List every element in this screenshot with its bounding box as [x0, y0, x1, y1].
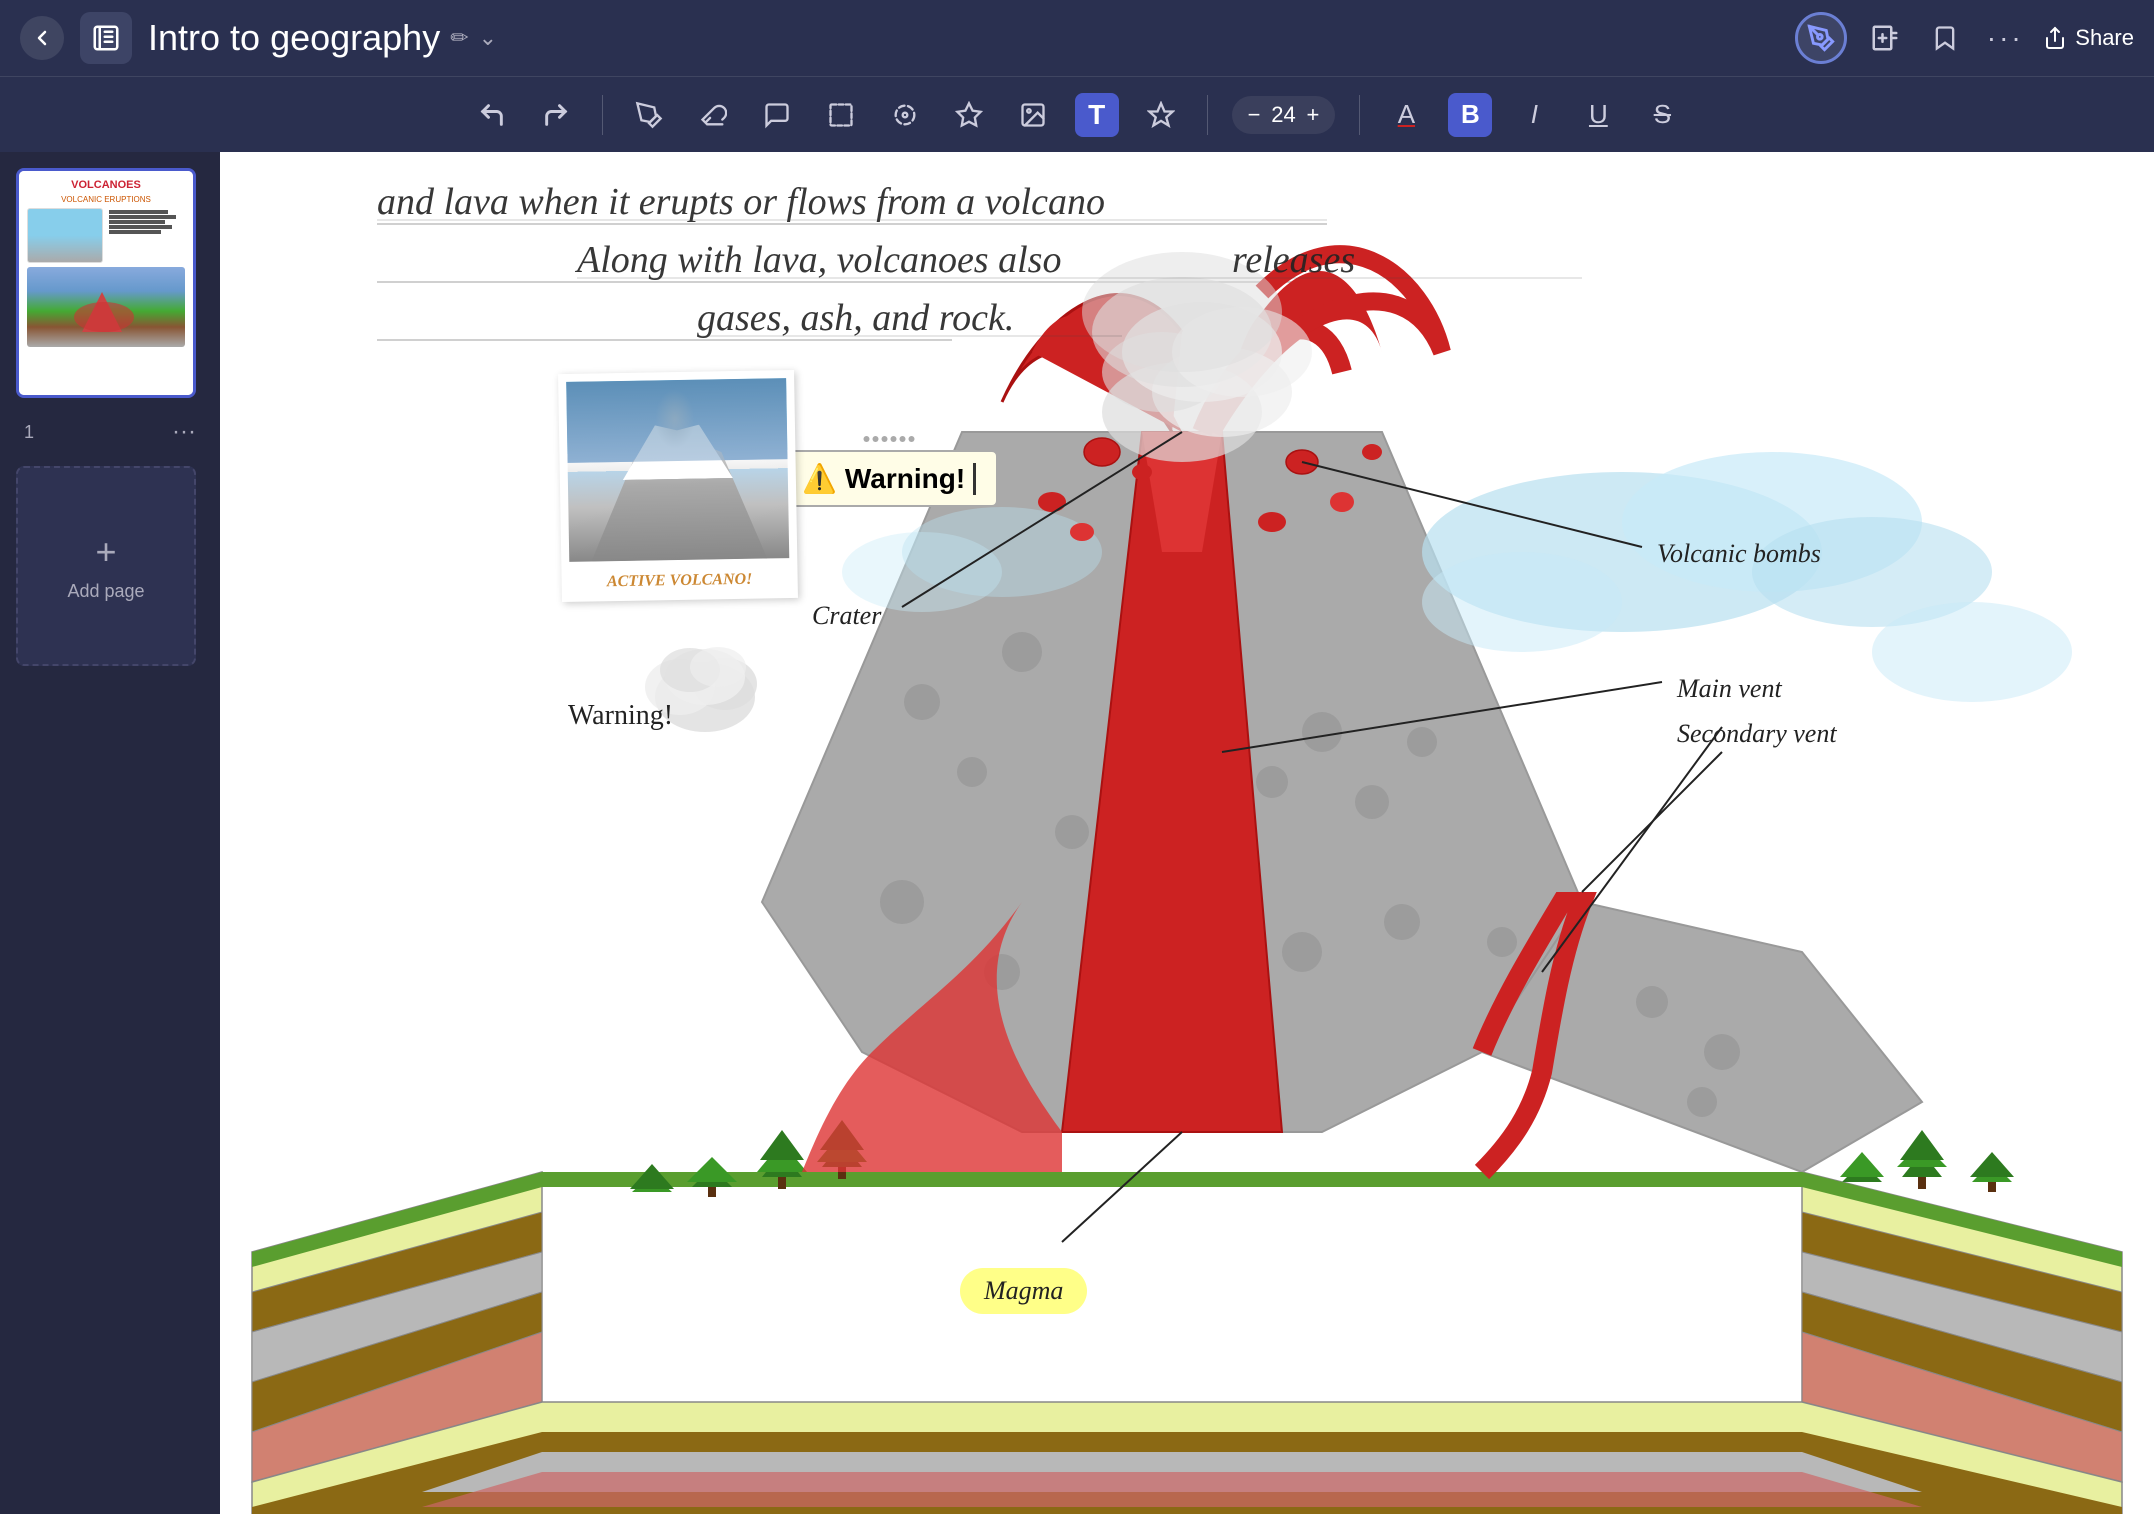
- add-page-header-button[interactable]: [1863, 16, 1907, 60]
- eraser-tool-button[interactable]: [691, 93, 735, 137]
- thumb-title: VOLCANOES: [71, 179, 141, 191]
- svg-text:releases: releases: [1232, 239, 1355, 281]
- svg-text:Main vent: Main vent: [1676, 674, 1782, 703]
- text-style-group: A B I U S: [1384, 93, 1684, 137]
- svg-text:gases, ash, and rock.: gases, ash, and rock.: [697, 297, 1014, 339]
- page-thumbnail-1[interactable]: VOLCANOES VOLCANIC ERUPTIONS: [16, 168, 196, 398]
- bookmark-icon[interactable]: [1923, 16, 1967, 60]
- main-layout: VOLCANOES VOLCANIC ERUPTIONS: [0, 152, 2154, 1514]
- svg-text:Secondary vent: Secondary vent: [1677, 719, 1837, 748]
- font-size-control: − 24 +: [1232, 96, 1336, 134]
- strikethrough-icon: S: [1654, 99, 1671, 130]
- font-size-plus-button[interactable]: +: [1307, 102, 1320, 128]
- edit-pencil-icon[interactable]: ✏: [450, 25, 468, 51]
- bold-button[interactable]: B: [1448, 93, 1492, 137]
- share-button[interactable]: Share: [2043, 25, 2134, 51]
- add-page-label: Add page: [67, 581, 144, 602]
- italic-icon: I: [1531, 99, 1538, 130]
- warning-bottom-text: Warning!: [568, 700, 673, 732]
- image-insert-button[interactable]: [1011, 93, 1055, 137]
- polaroid-caption: ACTIVE VOLCANO!: [562, 570, 798, 592]
- toolbar: T − 24 + A B I U S: [0, 76, 2154, 152]
- text-cursor: [973, 463, 976, 495]
- undo-redo-group: [470, 93, 578, 137]
- toolbar-separator-3: [1359, 95, 1360, 135]
- warning-text-content: Warning!: [845, 463, 965, 495]
- font-size-value: 24: [1269, 102, 1299, 128]
- back-button[interactable]: [20, 16, 64, 60]
- text-a-icon: A: [1398, 99, 1415, 130]
- header: Intro to geography ✏ ⌄: [0, 0, 2154, 76]
- select-rect-button[interactable]: [819, 93, 863, 137]
- document-title: Intro to geography: [148, 17, 440, 59]
- warning-emoji: ⚠️: [802, 462, 837, 495]
- header-right: ··· Share: [1795, 12, 2134, 64]
- font-size-minus-button[interactable]: −: [1248, 102, 1261, 128]
- thumb-content: VOLCANOES VOLCANIC ERUPTIONS: [19, 171, 193, 395]
- text-tool-button[interactable]: T: [1075, 93, 1119, 137]
- underline-icon: U: [1589, 99, 1608, 130]
- polaroid-photo: ACTIVE VOLCANO!: [558, 370, 798, 602]
- redo-button[interactable]: [534, 93, 578, 137]
- toolbar-separator-2: [1207, 95, 1208, 135]
- magic-tool-button[interactable]: [1139, 93, 1183, 137]
- drawing-tools-group: T: [627, 93, 1183, 137]
- star-tool-button[interactable]: [947, 93, 991, 137]
- add-page-plus-icon: +: [95, 531, 116, 573]
- toolbar-separator-1: [602, 95, 603, 135]
- sidebar: VOLCANOES VOLCANIC ERUPTIONS: [0, 152, 220, 1514]
- page-more-button[interactable]: ···: [172, 418, 196, 446]
- strikethrough-button[interactable]: S: [1640, 93, 1684, 137]
- more-options-icon[interactable]: ···: [1983, 16, 2027, 60]
- marker-tool-button[interactable]: [755, 93, 799, 137]
- svg-text:Along with lava, volcanoes als: Along with lava, volcanoes also: [574, 239, 1061, 281]
- page-number: 1: [24, 422, 34, 443]
- chevron-down-icon[interactable]: ⌄: [479, 25, 497, 51]
- text-color-button[interactable]: A: [1384, 93, 1428, 137]
- svg-text:Volcanic bombs: Volcanic bombs: [1657, 539, 1821, 568]
- notebook-icon: [80, 12, 132, 64]
- canvas-area[interactable]: and lava when it erupts or flows from a …: [220, 152, 2154, 1514]
- title-area: Intro to geography ✏ ⌄: [148, 17, 497, 59]
- font-size-group: − 24 +: [1232, 96, 1336, 134]
- svg-text:Crater: Crater: [812, 601, 882, 630]
- svg-text:and lava when it erupts or flo: and lava when it erupts or flows from a …: [377, 181, 1105, 223]
- canvas-page[interactable]: and lava when it erupts or flows from a …: [220, 152, 2154, 1514]
- diagram-svg: and lava when it erupts or flows from a …: [220, 152, 2154, 1514]
- thumb-subtitle: VOLCANIC ERUPTIONS: [61, 195, 151, 204]
- share-label: Share: [2075, 25, 2134, 51]
- magma-label: Magma: [960, 1268, 1087, 1314]
- page-number-row: 1 ···: [16, 414, 204, 450]
- volcano-photo: [566, 378, 789, 562]
- undo-button[interactable]: [470, 93, 514, 137]
- header-left: Intro to geography ✏ ⌄: [20, 12, 497, 64]
- warning-text-box[interactable]: ⚠️ Warning!: [780, 450, 998, 507]
- bold-icon: B: [1461, 99, 1480, 130]
- underline-button[interactable]: U: [1576, 93, 1620, 137]
- italic-button[interactable]: I: [1512, 93, 1556, 137]
- text-tool-icon: T: [1088, 99, 1105, 131]
- lasso-tool-button[interactable]: [883, 93, 927, 137]
- add-page-button[interactable]: + Add page: [16, 466, 196, 666]
- pen-tool-button[interactable]: [627, 93, 671, 137]
- avatar-button[interactable]: [1795, 12, 1847, 64]
- drag-handle[interactable]: [864, 436, 915, 442]
